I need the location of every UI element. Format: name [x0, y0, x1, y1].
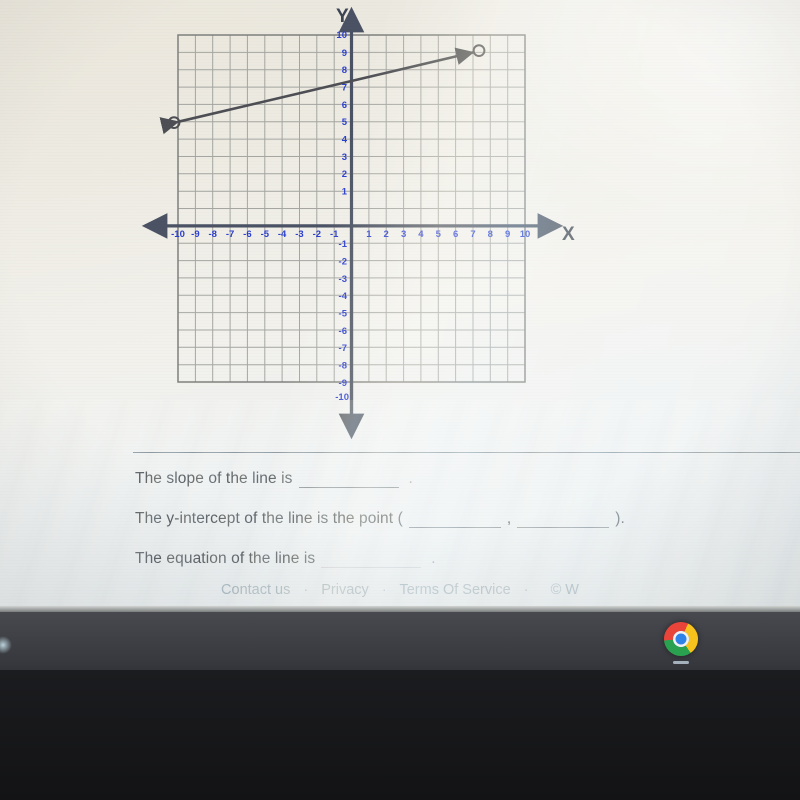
- svg-text:-3: -3: [339, 274, 347, 285]
- question-y-intercept: The y-intercept of the line is the point…: [135, 510, 625, 528]
- svg-text:-1: -1: [330, 229, 339, 240]
- y-tick-labels-positive: 10 9 8 7 6 5 4 3 2 1: [336, 30, 347, 198]
- svg-text:10: 10: [520, 229, 531, 240]
- svg-text:-2: -2: [339, 257, 347, 268]
- question-slope: The slope of the line is .: [135, 470, 413, 488]
- endpoint-open-circle-right: [472, 44, 486, 57]
- svg-text:9: 9: [342, 48, 347, 59]
- svg-text:-10: -10: [171, 229, 185, 240]
- svg-text:3: 3: [342, 152, 347, 163]
- svg-text:4: 4: [418, 229, 424, 240]
- slope-input[interactable]: [298, 472, 399, 488]
- footer-separator-3: ·: [523, 582, 529, 598]
- chrome-running-indicator: [673, 661, 689, 664]
- y-axis-letter: Y: [336, 6, 349, 27]
- footer-separator-2: ·: [381, 582, 387, 598]
- x-tick-labels-negative: -10 -9 -8 -7 -6 -5 -4 -3 -2 -1: [171, 229, 339, 240]
- footer-link-terms-of-service[interactable]: Terms Of Service: [399, 582, 510, 598]
- svg-text:1: 1: [366, 229, 372, 240]
- screen-photo: Y X 10 9 8 7 6 5 4 3 2 1 -1 -2 -3 -4 -5 …: [0, 0, 800, 800]
- svg-text:6: 6: [342, 100, 347, 111]
- svg-text:8: 8: [342, 65, 347, 76]
- svg-text:-3: -3: [295, 229, 303, 240]
- svg-text:-10: -10: [335, 392, 349, 403]
- y-intercept-y-input[interactable]: [517, 512, 610, 528]
- svg-text:3: 3: [401, 229, 406, 240]
- svg-text:10: 10: [336, 30, 347, 41]
- svg-text:-9: -9: [191, 229, 199, 240]
- section-divider: [133, 452, 800, 453]
- webpage-content: Y X 10 9 8 7 6 5 4 3 2 1 -1 -2 -3 -4 -5 …: [0, 0, 800, 612]
- svg-text:4: 4: [342, 135, 348, 146]
- chrome-icon[interactable]: [664, 622, 698, 656]
- question-slope-label: The slope of the line is: [135, 470, 293, 487]
- svg-text:8: 8: [488, 229, 493, 240]
- question-y-intercept-label: The y-intercept of the line is the point…: [135, 510, 403, 527]
- y-intercept-comma: ,: [506, 510, 512, 527]
- question-slope-period: .: [408, 470, 413, 487]
- footer-link-privacy[interactable]: Privacy: [321, 582, 369, 598]
- graph-svg: Y X 10 9 8 7 6 5 4 3 2 1 -1 -2 -3 -4 -5 …: [141, 6, 575, 440]
- svg-text:-5: -5: [261, 229, 270, 240]
- svg-text:-5: -5: [339, 309, 348, 320]
- svg-text:5: 5: [436, 229, 442, 240]
- question-equation-label: The equation of the line is: [135, 550, 316, 567]
- svg-text:-7: -7: [339, 343, 347, 354]
- svg-text:-8: -8: [339, 361, 347, 372]
- svg-text:-2: -2: [313, 229, 321, 240]
- svg-text:-6: -6: [243, 229, 251, 240]
- svg-text:-4: -4: [278, 229, 287, 240]
- svg-text:-6: -6: [339, 326, 347, 337]
- y-intercept-x-input[interactable]: [408, 512, 501, 528]
- svg-text:5: 5: [342, 117, 348, 128]
- question-equation: The equation of the line is .: [135, 550, 436, 568]
- y-tick-labels-negative: -1 -2 -3 -4 -5 -6 -7 -8 -9 -10: [335, 239, 349, 403]
- y-intercept-close-paren: ).: [615, 510, 625, 527]
- equation-input[interactable]: [321, 552, 422, 568]
- x-tick-labels-positive: 1 2 3 4 5 6 7 8 9 10: [366, 229, 530, 240]
- svg-text:-9: -9: [339, 378, 347, 389]
- svg-text:-1: -1: [339, 239, 348, 250]
- footer-link-contact-us[interactable]: Contact us: [221, 582, 290, 598]
- coordinate-graph: Y X 10 9 8 7 6 5 4 3 2 1 -1 -2 -3 -4 -5 …: [140, 0, 580, 440]
- site-footer: Contact us · Privacy · Terms Of Service …: [0, 582, 800, 598]
- footer-separator-1: ·: [303, 582, 309, 598]
- x-axis-letter: X: [562, 224, 575, 245]
- svg-text:7: 7: [342, 83, 347, 94]
- svg-text:2: 2: [342, 169, 347, 180]
- svg-text:7: 7: [470, 229, 475, 240]
- footer-copyright: © W: [550, 582, 579, 598]
- svg-text:-8: -8: [208, 229, 216, 240]
- question-equation-period: .: [431, 550, 436, 567]
- svg-text:-7: -7: [226, 229, 234, 240]
- svg-text:9: 9: [505, 229, 510, 240]
- svg-text:1: 1: [342, 187, 348, 198]
- svg-text:2: 2: [384, 229, 389, 240]
- svg-text:-4: -4: [339, 291, 348, 302]
- svg-text:6: 6: [453, 229, 458, 240]
